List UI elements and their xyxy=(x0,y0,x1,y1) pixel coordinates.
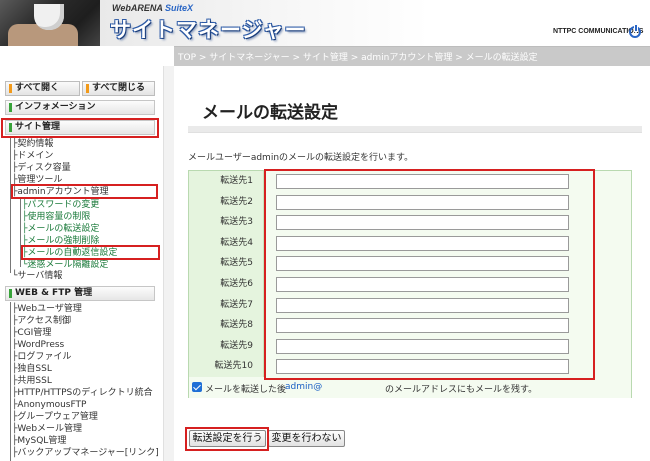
forward-row: 転送先9 xyxy=(189,335,631,357)
sidebar-item-web-user[interactable]: ├Webユーザ管理 xyxy=(12,304,82,314)
forward-label: 転送先3 xyxy=(189,212,264,234)
sidebar-item-wordpress[interactable]: ├WordPress xyxy=(12,340,64,350)
sidebar-item-server-info[interactable]: └サーバ情報 xyxy=(12,271,62,281)
forward-row: 転送先7 xyxy=(189,294,631,316)
forward-row: 転送先3 xyxy=(189,212,631,234)
forward-label: 転送先5 xyxy=(189,253,264,275)
forward-label: 転送先10 xyxy=(189,356,264,378)
forward-label: 転送先4 xyxy=(189,232,264,254)
header-coffee-photo xyxy=(0,0,100,46)
forward-address-input[interactable] xyxy=(276,194,569,210)
forward-row: 転送先4 xyxy=(189,232,631,254)
webarena-logo: WebARENA SuiteX xyxy=(112,3,194,13)
forward-address-input[interactable] xyxy=(276,359,569,375)
keep-copy-label: メールを転送した後 xyxy=(205,385,287,395)
forward-address-input[interactable] xyxy=(276,256,569,272)
sidebar-item-cgi[interactable]: ├CGI管理 xyxy=(12,328,51,338)
forward-address-input[interactable] xyxy=(276,235,569,251)
section-web-ftp[interactable]: WEB & FTP 管理 xyxy=(5,286,155,301)
section-information[interactable]: インフォメーション xyxy=(5,100,155,115)
sidebar-item-mysql[interactable]: ├MySQL管理 xyxy=(12,436,66,446)
forward-label: 転送先1 xyxy=(189,171,264,192)
sidebar-item-tools[interactable]: ├管理ツール xyxy=(12,175,62,185)
sidebar-item-password[interactable]: ├パスワードの変更 xyxy=(22,200,99,210)
keep-copy-label-suffix: のメールアドレスにもメールを残す。 xyxy=(385,385,538,395)
forward-input-cell xyxy=(264,315,631,337)
forward-input-cell xyxy=(264,356,631,378)
forward-address-input[interactable] xyxy=(276,277,569,292)
forward-address-input[interactable] xyxy=(276,318,569,334)
app-title: サイトマネージャー xyxy=(110,18,307,42)
forward-address-input[interactable] xyxy=(276,174,569,189)
forward-row: 転送先2 xyxy=(189,191,631,213)
sidebar-item-domain[interactable]: ├ドメイン xyxy=(12,151,53,161)
power-icon[interactable] xyxy=(629,24,641,38)
sidebar-item-admin-account[interactable]: ├adminアカウント管理 xyxy=(12,187,109,197)
forward-address-input[interactable] xyxy=(276,297,569,313)
page-description: メールユーザーadminのメールの転送設定を行います。 xyxy=(188,153,414,163)
cancel-changes-button[interactable]: 変更を行わない xyxy=(268,430,345,447)
forward-input-cell xyxy=(264,253,631,275)
title-underline xyxy=(188,126,642,133)
sidebar-scrollbar[interactable] xyxy=(163,66,174,461)
sidebar-item-groupware[interactable]: ├グループウェア管理 xyxy=(12,412,98,422)
sidebar-item-disk[interactable]: ├ディスク容量 xyxy=(12,163,71,173)
collapse-all-button[interactable]: すべて閉じる xyxy=(82,81,155,96)
sidebar-item-anonymous-ftp[interactable]: ├AnonymousFTP xyxy=(12,400,86,410)
expand-all-button[interactable]: すべて開く xyxy=(5,81,80,96)
forward-input-cell xyxy=(264,335,631,357)
forward-label: 転送先6 xyxy=(189,274,264,295)
forward-label: 転送先7 xyxy=(189,294,264,316)
keep-copy-checkbox[interactable] xyxy=(192,382,202,392)
forward-input-cell xyxy=(264,212,631,234)
forward-input-cell xyxy=(264,191,631,213)
forward-row: 転送先1 xyxy=(189,171,631,192)
keep-copy-account: admin@ xyxy=(285,382,323,392)
breadcrumb: TOP > サイトマネージャー > サイト管理 > adminアカウント管理 >… xyxy=(178,53,538,63)
forward-row: 転送先6 xyxy=(189,274,631,295)
sidebar-item-mail-delete[interactable]: ├メールの強制削除 xyxy=(22,236,99,246)
forward-input-cell xyxy=(264,232,631,254)
sidebar-item-spam[interactable]: └迷惑メール隔離設定 xyxy=(22,260,108,270)
forward-label: 転送先8 xyxy=(189,315,264,337)
forward-row: 転送先10 xyxy=(189,356,631,378)
sidebar-item-own-ssl[interactable]: ├独自SSL xyxy=(12,364,52,374)
forward-address-input[interactable] xyxy=(276,215,569,231)
apply-forward-button[interactable]: 転送設定を行う xyxy=(189,430,266,447)
keep-copy-row: メールを転送した後 admin@ のメールアドレスにもメールを残す。 xyxy=(189,377,631,398)
sidebar-item-http-https[interactable]: ├HTTP/HTTPSのディレクトリ統合 xyxy=(12,388,153,398)
forward-label: 転送先9 xyxy=(189,335,264,357)
sidebar-top-gap xyxy=(0,46,174,66)
forward-input-cell xyxy=(264,171,631,192)
sidebar-item-access[interactable]: ├アクセス制御 xyxy=(12,316,71,326)
sidebar-item-auto-reply[interactable]: ├メールの自動返信設定 xyxy=(22,248,117,258)
forward-settings-table: 転送先1 転送先2 転送先3 転送先4 転送先5 転送先6 転送先7 転送先8 転送先9 転送先1… xyxy=(188,170,632,398)
page-title: メールの転送設定 xyxy=(202,103,338,123)
forward-row: 転送先5 xyxy=(189,253,631,275)
sidebar-item-webmail[interactable]: ├Webメール管理 xyxy=(12,424,82,434)
forward-address-input[interactable] xyxy=(276,338,569,354)
forward-input-cell xyxy=(264,294,631,316)
sidebar-item-quota[interactable]: ├使用容量の制限 xyxy=(22,212,90,222)
forward-input-cell xyxy=(264,274,631,295)
section-site-management[interactable]: サイト管理 xyxy=(5,120,155,135)
sidebar-item-logfile[interactable]: ├ログファイル xyxy=(12,352,71,362)
sidebar-item-shared-ssl[interactable]: ├共用SSL xyxy=(12,376,52,386)
forward-label: 転送先2 xyxy=(189,191,264,213)
sidebar-item-mail-forward[interactable]: ├メールの転送設定 xyxy=(22,224,99,234)
sidebar-item-backup[interactable]: ├バックアップマネージャー[リンク] xyxy=(12,448,159,458)
sidebar-item-contract[interactable]: ├契約情報 xyxy=(12,139,53,149)
app-header: WebARENA SuiteX サイトマネージャー NTTPC COMMUNIC… xyxy=(0,0,650,46)
forward-row: 転送先8 xyxy=(189,315,631,337)
